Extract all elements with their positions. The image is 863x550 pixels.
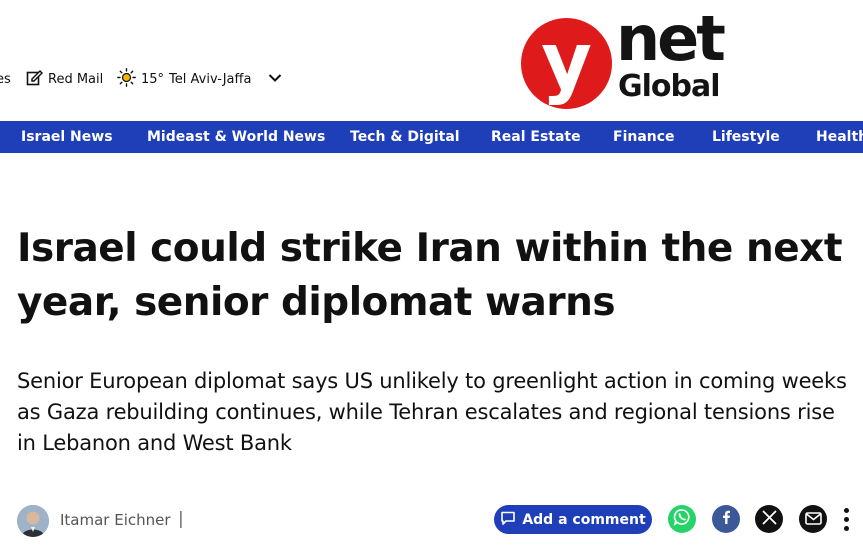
add-comment-label: Add a comment (522, 511, 646, 528)
mail-icon (804, 510, 822, 529)
red-mail-label: Red Mail (48, 71, 104, 87)
comment-icon (500, 510, 516, 530)
add-comment-button[interactable]: Add a comment (494, 505, 652, 534)
ynet-global-logo[interactable]: y net Global (518, 4, 726, 110)
weather-city: Tel Aviv-Jaffa (169, 71, 252, 87)
weather-dropdown-toggle[interactable] (268, 69, 282, 89)
article-subheadline: Senior European diplomat says US unlikel… (17, 369, 847, 455)
red-mail-link[interactable]: Red Mail (26, 69, 103, 89)
byline-separator: | (178, 509, 184, 529)
sun-icon (117, 67, 136, 91)
weather-widget[interactable]: 15° Tel Aviv-Jaffa (117, 67, 252, 91)
more-options-button[interactable] (838, 505, 854, 533)
nav-item-lifestyle[interactable]: Lifestyle (712, 121, 780, 153)
main-nav: Israel News Mideast & World News Tech & … (0, 121, 863, 153)
x-icon (762, 510, 777, 529)
whatsapp-share-button[interactable] (668, 505, 696, 533)
logo-global-text: Global (618, 69, 721, 104)
chevron-down-icon (268, 72, 282, 87)
logo-net-text: net (616, 2, 726, 75)
nav-item-health[interactable]: Health (816, 121, 863, 153)
nav-item-israel-news[interactable]: Israel News (21, 121, 113, 153)
nav-item-tech-digital[interactable]: Tech & Digital (350, 121, 460, 153)
weather-temperature: 15° (141, 71, 165, 87)
email-share-button[interactable] (799, 505, 827, 533)
article-byline: Itamar Eichner | Add a comment (0, 503, 863, 539)
mail-edit-icon (26, 69, 44, 90)
truncated-header-link[interactable]: es (0, 69, 11, 89)
logo-y-letter: y (541, 17, 592, 107)
facebook-icon (718, 509, 734, 529)
more-icon-dot (843, 525, 849, 531)
nav-item-real-estate[interactable]: Real Estate (491, 121, 581, 153)
more-icon-dot (843, 507, 849, 513)
nav-item-mideast-world-news[interactable]: Mideast & World News (147, 121, 325, 153)
nav-item-finance[interactable]: Finance (613, 121, 675, 153)
author-name[interactable]: Itamar Eichner (60, 511, 171, 529)
site-header: es Red Mail (0, 0, 863, 121)
whatsapp-icon (673, 508, 691, 530)
logo-y-circle: y (521, 18, 612, 109)
x-share-button[interactable] (755, 505, 783, 533)
author-avatar[interactable] (17, 505, 49, 537)
more-icon-dot (843, 516, 849, 522)
facebook-share-button[interactable] (712, 505, 740, 533)
truncated-header-link-label: es (0, 71, 11, 87)
article-headline: Israel could strike Iran within the next… (17, 226, 842, 325)
